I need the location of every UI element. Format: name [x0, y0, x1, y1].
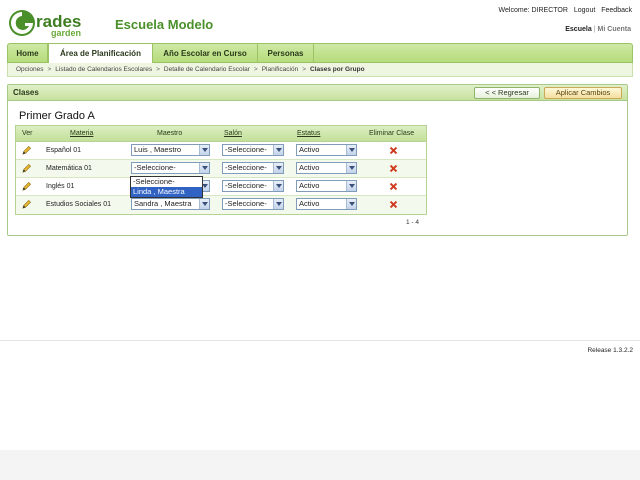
separator: |: [593, 26, 596, 33]
chevron-down-icon: [346, 145, 356, 155]
estatus-value: Activo: [299, 181, 320, 190]
delete-x-icon[interactable]: [388, 181, 399, 192]
delete-x-icon[interactable]: [388, 163, 399, 174]
salon-value: -Seleccione-: [225, 199, 267, 208]
maestro-value: Luis , Maestro: [134, 145, 182, 154]
col-materia[interactable]: Materia: [70, 130, 93, 137]
back-button[interactable]: < < Regresar: [474, 87, 540, 99]
chevron-down-icon: [199, 163, 209, 173]
school-name: Escuela Modelo: [115, 17, 214, 32]
breadcrumb: Opciones > Listado de Calendarios Escolare…: [7, 63, 633, 77]
tab-planificacion[interactable]: Área de Planificación: [48, 44, 153, 64]
tab-home[interactable]: Home: [8, 44, 48, 63]
panel-header: Clases < < Regresar Aplicar Cambios: [8, 85, 627, 101]
crumb-separator: >: [253, 66, 258, 73]
estatus-value: Activo: [299, 199, 320, 208]
estatus-select[interactable]: Activo: [296, 162, 357, 174]
chevron-down-icon: [346, 199, 356, 209]
page: rades garden Escuela Modelo Welcome: DIR…: [0, 0, 640, 450]
crumb-separator: >: [302, 66, 306, 73]
salon-select[interactable]: -Seleccione-: [222, 180, 284, 192]
table-row: Matemática 01 -Seleccione- -Seleccione- …: [16, 160, 426, 178]
crumb-planificacion[interactable]: Planificación: [262, 66, 299, 73]
table-header: Ver Materia Maestro Salón Estatus Elimin…: [16, 126, 426, 142]
crumb-listado[interactable]: Listado de Calendarios Escolares: [55, 66, 152, 73]
estatus-select[interactable]: Activo: [296, 180, 357, 192]
maestro-value: -Seleccione-: [134, 163, 176, 172]
maestro-select[interactable]: Sandra , Maestra: [131, 198, 210, 210]
maestro-dropdown-list: -Seleccione- Linda , Maestra: [130, 176, 203, 198]
delete-x-icon[interactable]: [388, 145, 399, 156]
chevron-down-icon: [273, 163, 283, 173]
maestro-select[interactable]: -Seleccione-: [131, 162, 210, 174]
logout-link[interactable]: Logout: [574, 7, 595, 14]
salon-select[interactable]: -Seleccione-: [222, 162, 284, 174]
materia-cell: Español 01: [46, 147, 82, 154]
panel-title: Clases: [13, 88, 39, 97]
footer-divider: [0, 340, 640, 341]
grades-garden-logo[interactable]: rades garden: [8, 7, 104, 39]
tab-anio-escolar[interactable]: Año Escolar en Curso: [153, 44, 258, 63]
estatus-select[interactable]: Activo: [296, 198, 357, 210]
main-nav: Home Área de Planificación Año Escolar e…: [7, 43, 633, 64]
estatus-value: Activo: [299, 145, 320, 154]
col-estatus[interactable]: Estatus: [297, 130, 320, 137]
delete-x-icon[interactable]: [388, 199, 399, 210]
chevron-down-icon: [273, 181, 283, 191]
salon-select[interactable]: -Seleccione-: [222, 144, 284, 156]
materia-cell: Estudios Sociales 01: [46, 201, 111, 208]
feedback-link[interactable]: Feedback: [601, 7, 632, 14]
table-row: Inglés 01 -Seleccione- Activo: [16, 178, 426, 196]
chevron-down-icon: [346, 181, 356, 191]
table-row: Estudios Sociales 01 Sandra , Maestra -S…: [16, 196, 426, 214]
dropdown-option-highlighted[interactable]: Linda , Maestra: [131, 187, 202, 197]
col-eliminar: Eliminar Clase: [369, 130, 415, 137]
bottom-area: [0, 450, 640, 480]
crumb-separator: >: [47, 66, 52, 73]
maestro-value: Sandra , Maestra: [134, 199, 192, 208]
chevron-down-icon: [199, 199, 209, 209]
crumb-separator: >: [156, 66, 160, 73]
clases-panel: Clases < < Regresar Aplicar Cambios Prim…: [7, 84, 628, 236]
edit-pencil-icon[interactable]: [21, 181, 32, 192]
edit-pencil-icon[interactable]: [21, 145, 32, 156]
group-title: Primer Grado A: [19, 110, 95, 122]
svg-text:garden: garden: [51, 28, 81, 38]
chevron-down-icon: [273, 145, 283, 155]
classes-table: Ver Materia Maestro Salón Estatus Elimin…: [15, 125, 427, 215]
maestro-select[interactable]: Luis , Maestro: [131, 144, 210, 156]
dropdown-option[interactable]: -Seleccione-: [131, 177, 202, 187]
tab-personas[interactable]: Personas: [258, 44, 314, 63]
salon-value: -Seleccione-: [225, 145, 267, 154]
table-row: Español 01 Luis , Maestro -Seleccione- A…: [16, 142, 426, 160]
salon-select[interactable]: -Seleccione-: [222, 198, 284, 210]
chevron-down-icon: [346, 163, 356, 173]
chevron-down-icon: [199, 145, 209, 155]
pager-text: 1 - 4: [406, 219, 420, 226]
estatus-select[interactable]: Activo: [296, 144, 357, 156]
col-ver: Ver: [22, 130, 33, 137]
school-links: Escuela | Mi Cuenta: [565, 26, 631, 33]
account-link[interactable]: Mi Cuenta: [598, 26, 631, 33]
apply-changes-button[interactable]: Aplicar Cambios: [544, 87, 622, 99]
estatus-value: Activo: [299, 163, 320, 172]
school-link[interactable]: Escuela: [565, 26, 591, 33]
col-salon[interactable]: Salón: [224, 130, 242, 137]
materia-cell: Matemática 01: [46, 165, 92, 172]
edit-pencil-icon[interactable]: [21, 163, 32, 174]
top-links: Welcome: DIRECTOR Logout Feedback: [495, 7, 632, 14]
col-maestro: Maestro: [157, 130, 183, 137]
chevron-down-icon: [273, 199, 283, 209]
welcome-text: Welcome: DIRECTOR: [498, 7, 568, 14]
materia-cell: Inglés 01: [46, 183, 75, 190]
crumb-opciones[interactable]: Opciones: [16, 66, 43, 73]
salon-value: -Seleccione-: [225, 181, 267, 190]
crumb-detalle[interactable]: Detalle de Calendario Escolar: [164, 66, 250, 73]
salon-value: -Seleccione-: [225, 163, 267, 172]
edit-pencil-icon[interactable]: [21, 199, 32, 210]
crumb-current: Clases por Grupo: [310, 66, 365, 73]
release-version: Release 1.3.2.2: [587, 347, 633, 354]
